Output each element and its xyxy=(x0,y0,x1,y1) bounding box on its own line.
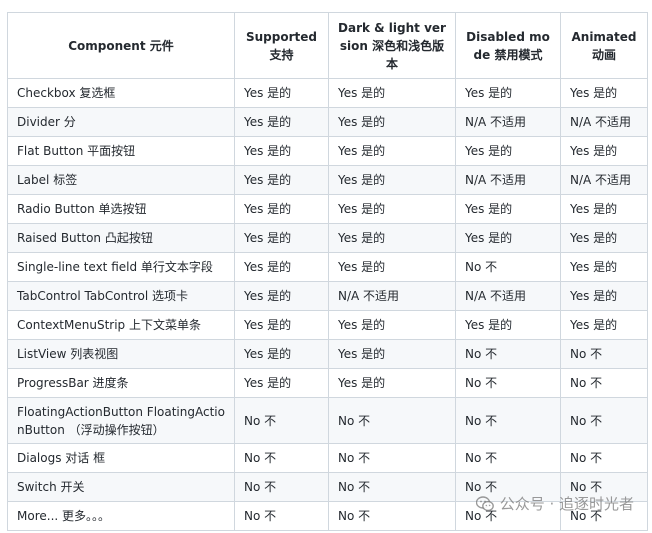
cell-dark-light: Yes 是的 xyxy=(328,223,456,253)
cell-component: Single-line text field 单行文本字段 xyxy=(7,252,235,282)
cell-supported: No 不 xyxy=(234,472,329,502)
cell-component: ContextMenuStrip 上下文菜单条 xyxy=(7,310,235,340)
cell-component: Label 标签 xyxy=(7,165,235,195)
header-row: Component 元件 Supported 支持 Dark & light v… xyxy=(7,12,648,79)
cell-component: Raised Button 凸起按钮 xyxy=(7,223,235,253)
cell-supported: Yes 是的 xyxy=(234,252,329,282)
cell-dark-light: Yes 是的 xyxy=(328,107,456,137)
table-row: Label 标签 Yes 是的 Yes 是的 N/A 不适用 N/A 不适用 xyxy=(7,165,648,195)
cell-dark-light: Yes 是的 xyxy=(328,194,456,224)
cell-supported: Yes 是的 xyxy=(234,339,329,369)
table-row: Single-line text field 单行文本字段 Yes 是的 Yes… xyxy=(7,252,648,282)
cell-component: Checkbox 复选框 xyxy=(7,78,235,108)
cell-disabled: No 不 xyxy=(455,443,561,473)
cell-supported: Yes 是的 xyxy=(234,165,329,195)
cell-component: Switch 开关 xyxy=(7,472,235,502)
cell-supported: No 不 xyxy=(234,397,329,444)
cell-supported: Yes 是的 xyxy=(234,78,329,108)
cell-animated: No 不 xyxy=(560,443,648,473)
cell-disabled: No 不 xyxy=(455,252,561,282)
cell-component: More... 更多。。。 xyxy=(7,501,235,531)
table-row: ListView 列表视图 Yes 是的 Yes 是的 No 不 No 不 xyxy=(7,339,648,369)
cell-disabled: Yes 是的 xyxy=(455,78,561,108)
cell-dark-light: Yes 是的 xyxy=(328,78,456,108)
cell-dark-light: Yes 是的 xyxy=(328,368,456,398)
cell-dark-light: Yes 是的 xyxy=(328,136,456,166)
header-disabled: Disabled mode 禁用模式 xyxy=(455,12,561,79)
cell-component: Divider 分 xyxy=(7,107,235,137)
cell-component: Dialogs 对话 框 xyxy=(7,443,235,473)
table-row: TabControl TabControl 选项卡 Yes 是的 N/A 不适用… xyxy=(7,281,648,311)
cell-animated: No 不 xyxy=(560,501,648,531)
cell-animated: Yes 是的 xyxy=(560,136,648,166)
cell-supported: Yes 是的 xyxy=(234,136,329,166)
cell-disabled: No 不 xyxy=(455,501,561,531)
cell-dark-light: No 不 xyxy=(328,472,456,502)
cell-animated: Yes 是的 xyxy=(560,281,648,311)
table-row: ContextMenuStrip 上下文菜单条 Yes 是的 Yes 是的 Ye… xyxy=(7,310,648,340)
cell-supported: Yes 是的 xyxy=(234,223,329,253)
cell-dark-light: No 不 xyxy=(328,397,456,444)
cell-animated: Yes 是的 xyxy=(560,310,648,340)
cell-disabled: N/A 不适用 xyxy=(455,165,561,195)
table-row: Switch 开关 No 不 No 不 No 不 No 不 xyxy=(7,472,648,502)
table-header: Component 元件 Supported 支持 Dark & light v… xyxy=(7,12,648,79)
cell-supported: Yes 是的 xyxy=(234,368,329,398)
table-row: Dialogs 对话 框 No 不 No 不 No 不 No 不 xyxy=(7,443,648,473)
header-supported: Supported 支持 xyxy=(234,12,329,79)
cell-animated: No 不 xyxy=(560,368,648,398)
cell-disabled: No 不 xyxy=(455,339,561,369)
table-row: Divider 分 Yes 是的 Yes 是的 N/A 不适用 N/A 不适用 xyxy=(7,107,648,137)
cell-animated: Yes 是的 xyxy=(560,223,648,253)
cell-component: ListView 列表视图 xyxy=(7,339,235,369)
cell-animated: Yes 是的 xyxy=(560,194,648,224)
cell-component: FloatingActionButton FloatingActionButto… xyxy=(7,397,235,444)
cell-dark-light: Yes 是的 xyxy=(328,252,456,282)
cell-dark-light: No 不 xyxy=(328,443,456,473)
cell-supported: No 不 xyxy=(234,443,329,473)
cell-dark-light: No 不 xyxy=(328,501,456,531)
cell-animated: No 不 xyxy=(560,339,648,369)
header-animated: Animated 动画 xyxy=(560,12,648,79)
cell-animated: N/A 不适用 xyxy=(560,107,648,137)
cell-supported: No 不 xyxy=(234,501,329,531)
cell-animated: N/A 不适用 xyxy=(560,165,648,195)
cell-disabled: No 不 xyxy=(455,397,561,444)
cell-dark-light: Yes 是的 xyxy=(328,165,456,195)
cell-disabled: Yes 是的 xyxy=(455,310,561,340)
table-row: More... 更多。。。 No 不 No 不 No 不 No 不 xyxy=(7,501,648,531)
cell-disabled: Yes 是的 xyxy=(455,194,561,224)
table-row: Radio Button 单选按钮 Yes 是的 Yes 是的 Yes 是的 Y… xyxy=(7,194,648,224)
table-row: ProgressBar 进度条 Yes 是的 Yes 是的 No 不 No 不 xyxy=(7,368,648,398)
cell-supported: Yes 是的 xyxy=(234,310,329,340)
cell-disabled: N/A 不适用 xyxy=(455,107,561,137)
cell-disabled: No 不 xyxy=(455,472,561,502)
cell-dark-light: Yes 是的 xyxy=(328,339,456,369)
component-support-table: Component 元件 Supported 支持 Dark & light v… xyxy=(7,12,648,531)
cell-disabled: Yes 是的 xyxy=(455,223,561,253)
cell-component: Radio Button 单选按钮 xyxy=(7,194,235,224)
cell-supported: Yes 是的 xyxy=(234,107,329,137)
cell-animated: Yes 是的 xyxy=(560,78,648,108)
table-body: Checkbox 复选框 Yes 是的 Yes 是的 Yes 是的 Yes 是的… xyxy=(7,78,648,531)
cell-dark-light: N/A 不适用 xyxy=(328,281,456,311)
cell-component: ProgressBar 进度条 xyxy=(7,368,235,398)
cell-component: Flat Button 平面按钮 xyxy=(7,136,235,166)
cell-disabled: No 不 xyxy=(455,368,561,398)
cell-animated: Yes 是的 xyxy=(560,252,648,282)
table-row: FloatingActionButton FloatingActionButto… xyxy=(7,397,648,444)
header-dark-light: Dark & light version 深色和浅色版本 xyxy=(328,12,456,79)
table-row: Checkbox 复选框 Yes 是的 Yes 是的 Yes 是的 Yes 是的 xyxy=(7,78,648,108)
cell-disabled: N/A 不适用 xyxy=(455,281,561,311)
cell-animated: No 不 xyxy=(560,472,648,502)
cell-component: TabControl TabControl 选项卡 xyxy=(7,281,235,311)
table-row: Raised Button 凸起按钮 Yes 是的 Yes 是的 Yes 是的 … xyxy=(7,223,648,253)
cell-dark-light: Yes 是的 xyxy=(328,310,456,340)
header-component: Component 元件 xyxy=(7,12,235,79)
cell-animated: No 不 xyxy=(560,397,648,444)
cell-supported: Yes 是的 xyxy=(234,194,329,224)
table-row: Flat Button 平面按钮 Yes 是的 Yes 是的 Yes 是的 Ye… xyxy=(7,136,648,166)
cell-disabled: Yes 是的 xyxy=(455,136,561,166)
cell-supported: Yes 是的 xyxy=(234,281,329,311)
